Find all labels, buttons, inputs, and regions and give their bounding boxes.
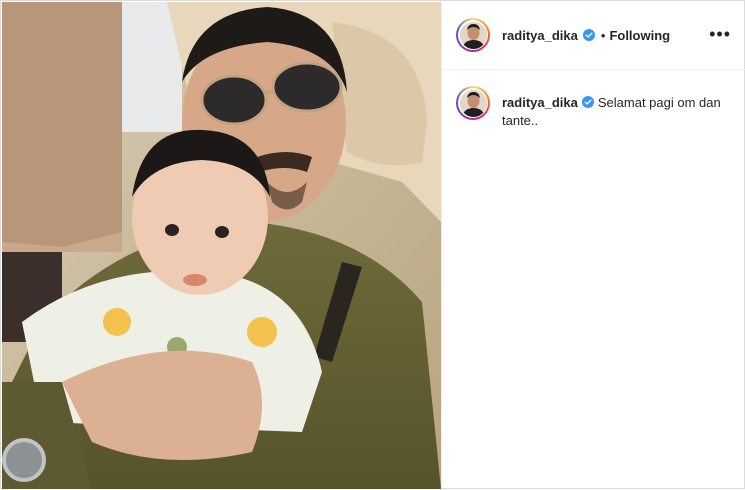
post-photo[interactable]: [2, 2, 441, 489]
caption-story-ring[interactable]: [456, 86, 490, 120]
post-sidebar: raditya_dika • Following ••• raditya_dik…: [441, 1, 745, 490]
caption-username[interactable]: raditya_dika: [502, 95, 578, 110]
more-options-icon[interactable]: •••: [709, 25, 731, 43]
caption-body: raditya_dika Selamat pagi om dan tante..: [502, 86, 731, 130]
header-separator: •: [600, 27, 606, 43]
story-ring[interactable]: [456, 18, 490, 52]
caption-comment: raditya_dika Selamat pagi om dan tante..: [442, 70, 745, 130]
verified-badge-icon: [582, 29, 595, 41]
photo-image: [2, 2, 441, 489]
avatar[interactable]: [459, 21, 487, 49]
caption-avatar[interactable]: [459, 89, 487, 117]
header-username[interactable]: raditya_dika: [502, 28, 578, 43]
post-container: raditya_dika • Following ••• raditya_dik…: [0, 0, 745, 490]
caption-verified-badge-icon: [581, 96, 594, 108]
post-header: raditya_dika • Following •••: [442, 1, 745, 70]
following-button[interactable]: Following: [609, 28, 670, 43]
